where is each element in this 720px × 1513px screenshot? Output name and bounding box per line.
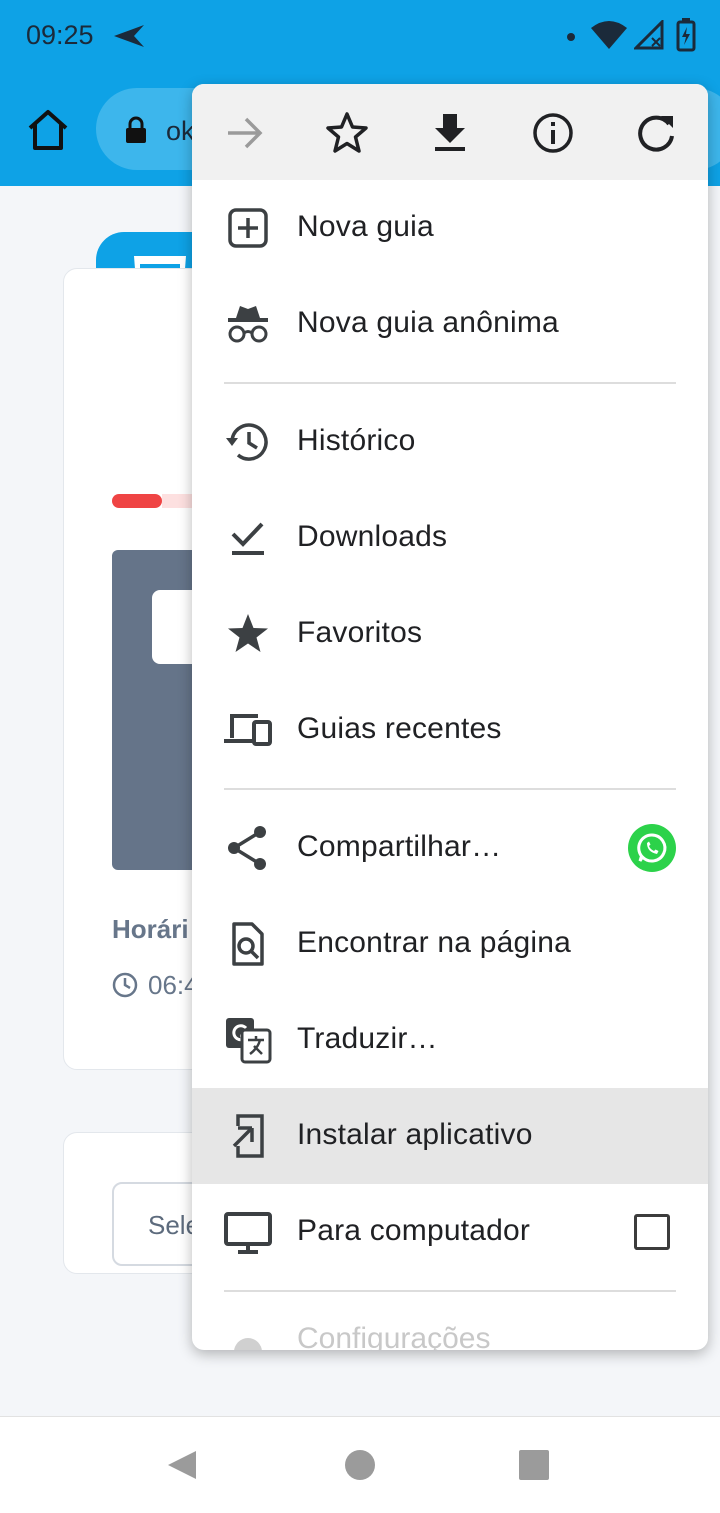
menu-item-history[interactable]: Histórico <box>192 394 708 490</box>
status-bar: 09:25 <box>0 0 720 72</box>
send-notification-icon <box>114 25 144 47</box>
history-icon <box>226 423 268 461</box>
menu-item-incognito-tab[interactable]: Nova guia anônima <box>192 276 708 372</box>
menu-item-downloads[interactable]: Downloads <box>192 490 708 586</box>
browser-overflow-menu: Nova guia Nova guia anônima Histórico Do… <box>192 84 708 1350</box>
notification-dot-icon <box>567 33 575 41</box>
battery-icon <box>676 18 696 52</box>
status-time: 09:25 <box>26 20 94 50</box>
back-icon[interactable] <box>166 1449 198 1481</box>
clock-icon <box>112 972 138 998</box>
menu-item-share[interactable]: Compartilhar… <box>192 800 708 896</box>
menu-item-label: Para computador <box>297 1214 531 1247</box>
translate-icon <box>226 1018 272 1064</box>
info-icon[interactable] <box>530 110 576 156</box>
wifi-icon <box>591 21 627 49</box>
menu-item-recent-tabs[interactable]: Guias recentes <box>192 682 708 778</box>
bookmark-star-icon[interactable] <box>324 110 370 156</box>
menu-divider <box>224 382 676 384</box>
menu-item-label: Traduzir… <box>297 1022 438 1055</box>
schedule-heading: Horári <box>112 914 189 944</box>
recents-icon[interactable] <box>518 1449 550 1481</box>
menu-divider <box>224 1290 676 1292</box>
menu-item-label: Encontrar na página <box>297 926 571 959</box>
signal-icon <box>634 20 664 50</box>
menu-item-install-app[interactable]: Instalar aplicativo <box>192 1088 708 1184</box>
settings-icon <box>234 1338 262 1350</box>
progress-bar-fill <box>112 494 162 508</box>
menu-action-row <box>192 84 708 180</box>
lock-icon <box>126 116 146 143</box>
menu-item-translate[interactable]: Traduzir… <box>192 992 708 1088</box>
home-nav-icon[interactable] <box>344 1449 376 1481</box>
add-box-icon <box>228 208 268 248</box>
menu-item-label: Nova guia anônima <box>297 306 559 339</box>
devices-icon <box>224 714 272 746</box>
find-in-page-icon <box>232 922 264 966</box>
download-done-icon <box>231 522 264 555</box>
menu-item-desktop-site[interactable]: Para computador <box>192 1184 708 1280</box>
whatsapp-share-button[interactable] <box>628 824 676 872</box>
menu-item-label: Nova guia <box>297 210 434 243</box>
star-icon <box>228 614 268 652</box>
home-icon[interactable] <box>24 106 72 154</box>
incognito-icon <box>228 306 268 343</box>
install-app-icon <box>232 1114 264 1158</box>
desktop-site-checkbox[interactable] <box>634 1214 670 1250</box>
reload-icon[interactable] <box>633 110 679 156</box>
menu-item-bookmarks[interactable]: Favoritos <box>192 586 708 682</box>
download-icon[interactable] <box>427 110 473 156</box>
menu-item-label: Favoritos <box>297 616 423 649</box>
menu-item-label: Guias recentes <box>297 712 502 745</box>
menu-item-label: Instalar aplicativo <box>297 1118 533 1151</box>
system-nav-bar <box>0 1416 720 1513</box>
menu-item-new-tab[interactable]: Nova guia <box>192 180 708 276</box>
menu-item-label: Compartilhar… <box>297 830 502 863</box>
desktop-icon <box>224 1212 272 1254</box>
menu-item-find-in-page[interactable]: Encontrar na página <box>192 896 708 992</box>
whatsapp-icon <box>637 833 667 863</box>
forward-icon[interactable] <box>222 110 268 156</box>
url-text[interactable]: ok <box>166 116 195 147</box>
menu-item-label: Downloads <box>297 520 448 553</box>
menu-divider <box>224 788 676 790</box>
menu-item-label: Histórico <box>297 424 416 457</box>
menu-item-settings-label[interactable]: Configurações <box>297 1322 490 1350</box>
share-icon <box>228 826 266 870</box>
